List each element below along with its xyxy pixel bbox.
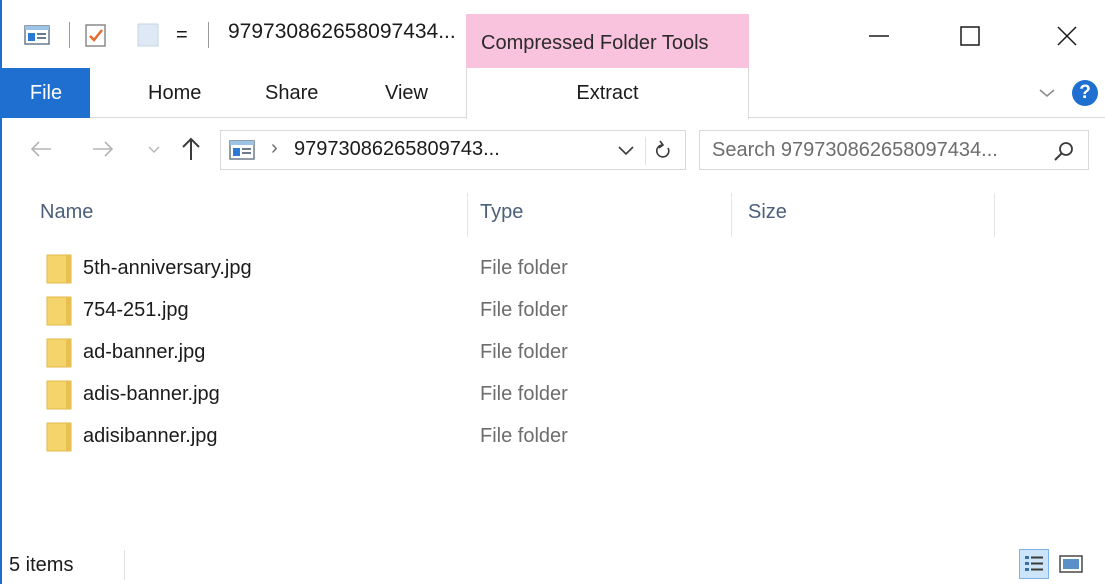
maximize-button[interactable] (935, 16, 1005, 56)
title-bar: = 979730862658097434... Compressed Folde… (2, 0, 1105, 68)
undo-checklist-icon[interactable] (84, 22, 108, 48)
close-button[interactable] (1032, 16, 1102, 56)
folder-icon (46, 422, 72, 452)
column-divider[interactable] (467, 193, 468, 237)
forward-arrow-icon[interactable] (86, 133, 120, 165)
customize-qa-dropdown[interactable]: = (176, 22, 188, 48)
file-name: ad-banner.jpg (83, 341, 206, 363)
explorer-window: = 979730862658097434... Compressed Folde… (0, 0, 1105, 584)
column-header-name[interactable]: Name (40, 201, 93, 224)
search-icon[interactable] (1052, 139, 1076, 163)
window-title: 979730862658097434... (228, 20, 456, 43)
tab-view[interactable]: View (385, 68, 428, 118)
status-divider (124, 550, 125, 580)
refresh-icon (655, 140, 669, 158)
help-icon[interactable]: ? (1072, 80, 1098, 106)
recent-locations-chevron-icon[interactable] (142, 133, 166, 165)
large-icons-view-icon (1059, 555, 1083, 573)
tab-extract[interactable]: Extract (466, 68, 749, 119)
address-row: › 97973086265809743... Search 9797308626… (2, 119, 1105, 181)
list-item[interactable]: 5th-anniversary.jpg File folder (40, 248, 1000, 290)
minimize-button[interactable] (844, 16, 914, 56)
address-dropdown-chevron-icon[interactable] (615, 138, 637, 162)
list-item[interactable]: adis-banner.jpg File folder (40, 374, 1000, 416)
file-name: 754-251.jpg (83, 299, 189, 321)
details-view-button[interactable] (1019, 549, 1049, 579)
file-type: File folder (480, 341, 568, 363)
context-tab-label: Compressed Folder Tools (481, 32, 709, 54)
location-icon (229, 140, 255, 160)
column-headers: Name Type Size (2, 185, 1105, 241)
file-name: adisibanner.jpg (83, 425, 218, 447)
search-placeholder[interactable]: Search 979730862658097434... (712, 139, 998, 162)
folder-icon (46, 296, 72, 326)
file-name: adis-banner.jpg (83, 383, 220, 405)
details-view-icon (1025, 556, 1043, 571)
folder-icon (46, 338, 72, 368)
file-name: 5th-anniversary.jpg (83, 257, 252, 279)
large-icons-view-button[interactable] (1056, 549, 1086, 579)
tab-file[interactable]: File (2, 68, 90, 118)
search-box[interactable]: Search 979730862658097434... (699, 130, 1089, 170)
tab-home[interactable]: Home (148, 68, 201, 118)
folder-icon (46, 254, 72, 284)
column-header-type[interactable]: Type (480, 201, 523, 224)
column-divider[interactable] (994, 193, 995, 237)
title-separator (208, 22, 209, 48)
up-arrow-icon[interactable] (176, 133, 206, 165)
list-item[interactable]: adisibanner.jpg File folder (40, 416, 1000, 458)
breadcrumb-separator[interactable]: › (271, 137, 278, 160)
column-header-size[interactable]: Size (748, 201, 787, 224)
status-bar: 5 items (2, 546, 1105, 584)
qa-separator (69, 22, 70, 48)
refresh-button[interactable] (645, 137, 679, 165)
file-type: File folder (480, 299, 568, 321)
list-item[interactable]: ad-banner.jpg File folder (40, 332, 1000, 374)
file-type: File folder (480, 257, 568, 279)
file-type: File folder (480, 425, 568, 447)
folder-icon (46, 380, 72, 410)
item-count: 5 items (9, 554, 74, 576)
list-item[interactable]: 754-251.jpg File folder (40, 290, 1000, 332)
tab-share[interactable]: Share (265, 68, 318, 118)
ribbon-tabs: File Home Share View Extract ? (2, 68, 1105, 119)
properties-icon[interactable] (24, 22, 50, 48)
new-folder-icon[interactable] (137, 22, 159, 48)
file-type: File folder (480, 383, 568, 405)
context-tab-header: Compressed Folder Tools (466, 14, 749, 68)
breadcrumb-path[interactable]: 97973086265809743... (294, 138, 500, 161)
back-arrow-icon[interactable] (24, 133, 58, 165)
address-bar[interactable]: › 97973086265809743... (220, 130, 686, 170)
expand-ribbon-chevron-icon[interactable] (1035, 80, 1059, 104)
column-divider[interactable] (731, 193, 732, 237)
